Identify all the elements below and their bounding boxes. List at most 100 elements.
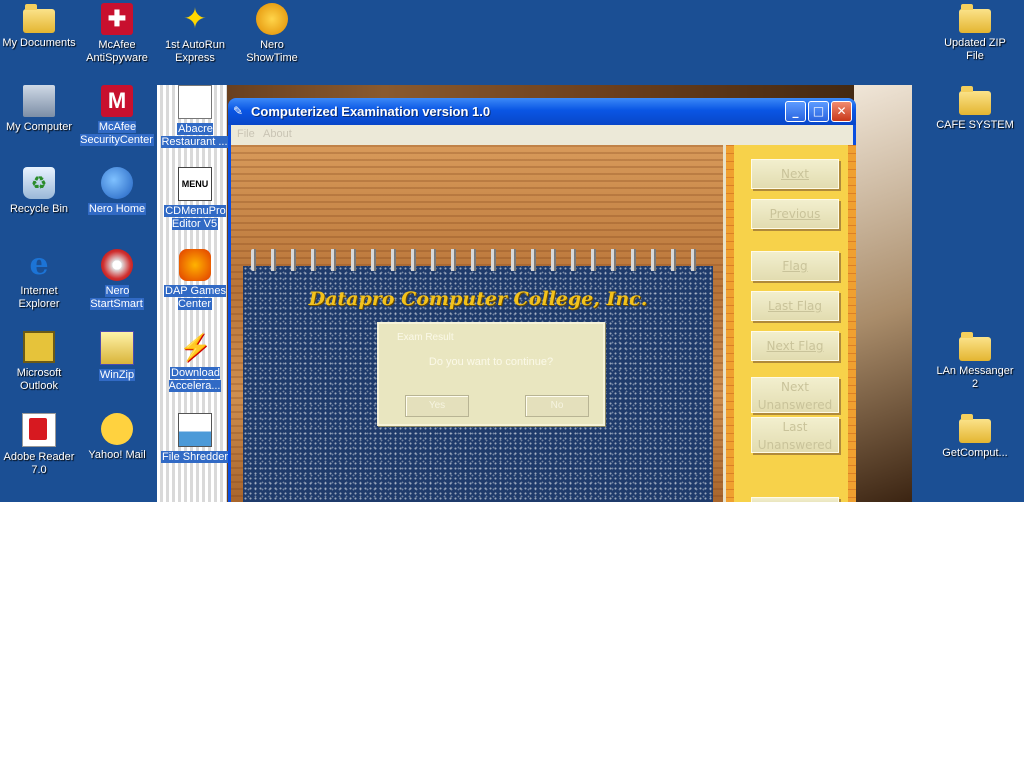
mcafee-securitycenter-icon: M	[101, 85, 133, 117]
desktop: My Documents My Computer ♻ Recycle Bin e…	[0, 0, 1024, 502]
desktop-icon-my-documents[interactable]: My Documents	[0, 3, 78, 50]
folder-icon	[959, 86, 991, 115]
desktop-icon-label: File Shredder	[160, 451, 230, 463]
cdmenupro-icon: MENU	[178, 167, 212, 201]
menu-about[interactable]: About	[263, 128, 292, 140]
next-flag-button[interactable]: Next Flag	[751, 331, 839, 361]
desktop-icon-cafe-system[interactable]: CAFE SYSTEM	[936, 85, 1014, 132]
desktop-icon-cdmenupro[interactable]: MENU CDMenuPro Editor V5	[156, 167, 234, 231]
dialog-yes-button[interactable]: Yes	[405, 395, 469, 417]
next-unanswered-line2: Unanswered	[757, 398, 833, 412]
desktop-icon-label: CAFE SYSTEM	[936, 119, 1014, 131]
navigation-panel: Next Previous Flag Last Flag Next Flag N…	[723, 145, 856, 502]
last-unanswered-line1: Last	[782, 420, 808, 434]
desktop-icon-label: Microsoft Outlook	[16, 367, 62, 392]
file-shredder-icon	[178, 413, 212, 447]
desktop-icon-label: 1st AutoRun Express	[165, 39, 225, 64]
desktop-icon-label: My Computer	[5, 121, 73, 133]
winzip-icon	[100, 331, 134, 365]
adobe-reader-icon	[22, 413, 56, 447]
hidden-nav-button[interactable]	[751, 497, 839, 502]
internet-explorer-icon: e	[29, 247, 49, 282]
dialog-no-button[interactable]: No	[525, 395, 589, 417]
desktop-icon-recycle-bin[interactable]: ♻ Recycle Bin	[0, 167, 78, 216]
desktop-icon-label: Yahoo! Mail	[88, 449, 146, 461]
next-unanswered-line1: Next	[781, 380, 809, 394]
desktop-icon-updated-zip-file[interactable]: Updated ZIP File	[936, 3, 1014, 63]
exam-window: ✎ Computerized Examination version 1.0 _…	[228, 98, 856, 502]
desktop-icon-abacre-restaurant[interactable]: Abacre Restaurant ...	[156, 85, 234, 149]
nero-home-icon	[101, 167, 133, 199]
desktop-icon-nero-home[interactable]: Nero Home	[78, 167, 156, 216]
desktop-icon-lan-messanger[interactable]: LAn Messanger 2	[936, 331, 1014, 391]
desktop-icon-label: My Documents	[2, 37, 76, 49]
next-unanswered-button[interactable]: Next Unanswered	[751, 377, 839, 413]
recycle-bin-icon: ♻	[23, 167, 55, 199]
desktop-icon-label: Updated ZIP File	[944, 37, 1006, 62]
desktop-icon-label: CDMenuPro Editor V5	[164, 205, 226, 230]
my-computer-icon	[23, 85, 55, 117]
desktop-icon-file-shredder[interactable]: File Shredder	[156, 413, 234, 464]
desktop-icon-my-computer[interactable]: My Computer	[0, 85, 78, 134]
desktop-icon-mcafee-antispyware[interactable]: ✚ McAfee AntiSpyware	[78, 3, 156, 65]
exam-content: Datapro Computer College, Inc. Exam Resu…	[231, 145, 856, 502]
desktop-icon-label: Internet Explorer	[18, 285, 60, 310]
desktop-icon-internet-explorer[interactable]: e Internet Explorer	[0, 249, 78, 311]
desktop-icon-nero-startsmart[interactable]: Nero StartSmart	[78, 249, 156, 311]
nero-startsmart-icon	[101, 249, 133, 281]
desktop-icon-mcafee-securitycenter[interactable]: M McAfee SecurityCenter	[78, 85, 156, 147]
outlook-icon	[23, 331, 55, 363]
app-icon: ✎	[233, 104, 244, 118]
desktop-icon-label: WinZip	[98, 369, 136, 381]
folder-icon	[959, 332, 991, 361]
desktop-icon-label: Download Accelera...	[168, 367, 222, 392]
desktop-icon-label: Adobe Reader 7.0	[3, 451, 75, 476]
dap-games-icon	[179, 249, 211, 281]
autorun-express-icon: ✦	[183, 3, 207, 34]
title-bar[interactable]: ✎ Computerized Examination version 1.0 _…	[228, 98, 856, 125]
confirm-dialog: Exam Result Do you want to continue? Yes…	[377, 322, 605, 426]
desktop-icon-label: Nero Home	[87, 203, 147, 215]
flag-button[interactable]: Flag	[751, 251, 839, 281]
desktop-icon-label: LAn Messanger 2	[936, 365, 1014, 390]
menu-file[interactable]: File	[237, 128, 255, 140]
my-documents-folder-icon	[23, 4, 55, 33]
desktop-icon-label: Recycle Bin	[9, 203, 69, 215]
desktop-icon-winzip[interactable]: WinZip	[78, 331, 156, 382]
desktop-icon-label: Nero ShowTime	[246, 39, 298, 64]
desktop-icon-label: GetComput...	[942, 447, 1008, 459]
download-accelerator-icon: ⚡	[179, 332, 212, 362]
last-unanswered-button[interactable]: Last Unanswered	[751, 417, 839, 453]
maximize-button[interactable]: □	[808, 101, 829, 122]
menu-bar: File About	[231, 125, 853, 145]
mcafee-antispyware-icon: ✚	[101, 3, 133, 35]
dialog-message: Do you want to continue?	[428, 356, 554, 368]
minimize-button[interactable]: _	[785, 101, 806, 122]
previous-button[interactable]: Previous	[751, 199, 839, 229]
desktop-icon-dap-games[interactable]: DAP Games Center	[156, 249, 234, 311]
desktop-icon-yahoo-mail[interactable]: Yahoo! Mail	[78, 413, 156, 462]
last-flag-button[interactable]: Last Flag	[751, 291, 839, 321]
close-button[interactable]: ✕	[831, 101, 852, 122]
folder-icon	[959, 4, 991, 33]
next-button[interactable]: Next	[751, 159, 839, 189]
desktop-icon-getcomput[interactable]: GetComput...	[936, 413, 1014, 460]
desktop-icon-label: McAfee SecurityCenter	[80, 121, 154, 146]
notebook-spiral	[251, 249, 701, 271]
dialog-title: Exam Result	[397, 332, 454, 343]
abacre-restaurant-icon	[178, 85, 212, 119]
window-title: Computerized Examination version 1.0	[251, 104, 491, 119]
desktop-icon-label: Nero StartSmart	[90, 285, 144, 310]
desktop-icon-nero-showtime[interactable]: Nero ShowTime	[233, 3, 311, 65]
yahoo-mail-icon	[101, 413, 133, 445]
last-unanswered-line2: Unanswered	[757, 438, 833, 452]
desktop-icon-adobe-reader[interactable]: Adobe Reader 7.0	[0, 413, 78, 477]
desktop-icon-label: Abacre Restaurant ...	[161, 123, 229, 148]
college-name: Datapro Computer College, Inc.	[308, 288, 648, 310]
desktop-icon-label: McAfee AntiSpyware	[86, 39, 148, 64]
desktop-icon-autorun-express[interactable]: ✦ 1st AutoRun Express	[156, 3, 234, 65]
folder-icon	[959, 414, 991, 443]
wallpaper-right	[854, 85, 912, 502]
desktop-icon-download-accelerator[interactable]: ⚡ Download Accelera...	[156, 331, 234, 393]
desktop-icon-outlook[interactable]: Microsoft Outlook	[0, 331, 78, 393]
